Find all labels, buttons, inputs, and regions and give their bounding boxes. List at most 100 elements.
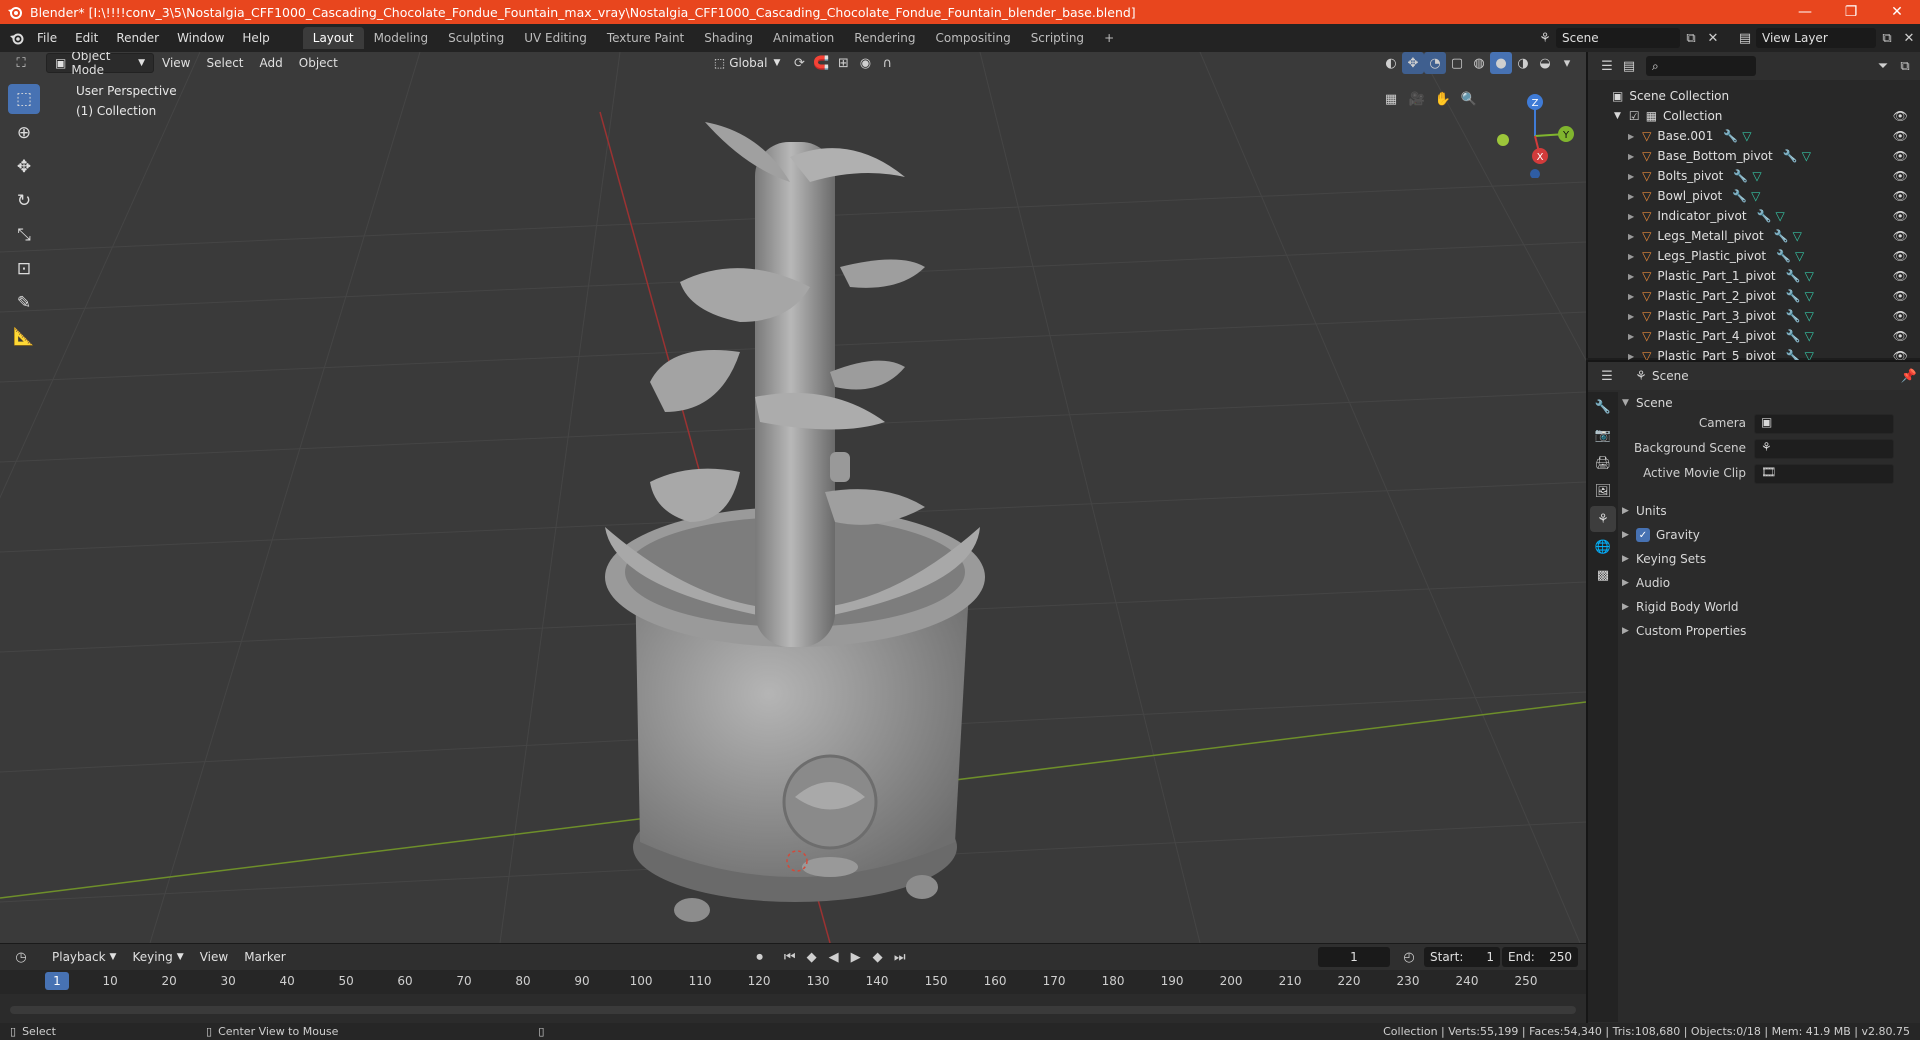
editor-type-icon[interactable]: ⛶ bbox=[10, 52, 32, 74]
timeline-scrollbar[interactable] bbox=[10, 1006, 1576, 1014]
properties-editor-type-icon[interactable]: ☰ bbox=[1596, 365, 1618, 387]
eye-icon[interactable]: 👁 bbox=[1893, 249, 1908, 263]
viewport-menu-object[interactable]: Object bbox=[291, 53, 346, 73]
scene-field[interactable]: Scene bbox=[1556, 28, 1680, 48]
rigid-body-world-panel[interactable]: ▶ Rigid Body World bbox=[1622, 596, 1914, 618]
delete-scene-icon[interactable]: ✕ bbox=[1702, 27, 1724, 49]
shading-options-icon[interactable]: ▾ bbox=[1556, 52, 1578, 74]
timeline-menu-keying[interactable]: Keying ▼ bbox=[124, 947, 191, 967]
jump-start-icon[interactable]: ⏮ bbox=[779, 946, 801, 968]
pan-view-icon[interactable]: ✋ bbox=[1432, 88, 1454, 110]
outliner-item[interactable]: ▶ ▽ Plastic_Part_1_pivot 🔧 ▽ 👁 bbox=[1588, 266, 1920, 286]
menu-render[interactable]: Render bbox=[107, 27, 168, 49]
outliner-editor-type-icon[interactable]: ☰ bbox=[1596, 55, 1618, 77]
menu-file[interactable]: File bbox=[28, 27, 66, 49]
close-button[interactable]: ✕ bbox=[1874, 0, 1920, 24]
eye-icon[interactable]: 👁 bbox=[1893, 309, 1908, 323]
gizmo-toggle-icon[interactable]: ✥ bbox=[1402, 52, 1424, 74]
navigation-gizmo[interactable]: Z Y X bbox=[1488, 88, 1578, 178]
expand-arrow-icon[interactable]: ▶ bbox=[1628, 312, 1634, 321]
3d-viewport[interactable]: ⛶ ▣ Object Mode ▼ View Select Add Object… bbox=[0, 52, 1586, 943]
blender-menu-icon[interactable] bbox=[6, 27, 28, 49]
mode-dropdown[interactable]: ▣ Object Mode ▼ bbox=[46, 52, 154, 77]
outliner-item[interactable]: ▶ ▽ Legs_Plastic_pivot 🔧 ▽ 👁 bbox=[1588, 246, 1920, 266]
maximize-button[interactable]: ❐ bbox=[1828, 0, 1874, 24]
delete-view-layer-icon[interactable]: ✕ bbox=[1898, 27, 1920, 49]
outliner-item[interactable]: ▶ ▽ Plastic_Part_3_pivot 🔧 ▽ 👁 bbox=[1588, 306, 1920, 326]
pivot-point-icon[interactable]: ⟳ bbox=[788, 52, 810, 74]
current-frame-field[interactable]: 1 bbox=[1318, 947, 1390, 967]
end-frame-field[interactable]: End: 250 bbox=[1502, 947, 1578, 967]
world-tab-icon[interactable]: 🌐 bbox=[1590, 534, 1616, 560]
play-reverse-icon[interactable]: ◀ bbox=[823, 946, 845, 968]
eye-icon[interactable]: 👁 bbox=[1893, 209, 1908, 223]
scene-tab-icon[interactable]: ⚘ bbox=[1590, 506, 1616, 532]
menu-help[interactable]: Help bbox=[233, 27, 278, 49]
expand-arrow-icon[interactable]: ▶ bbox=[1628, 272, 1634, 281]
eye-icon[interactable]: 👁 bbox=[1893, 329, 1908, 343]
cursor-tool-icon[interactable]: ⊕ bbox=[8, 118, 40, 148]
visibility-icon[interactable]: ◐ bbox=[1380, 52, 1402, 74]
tab-modeling[interactable]: Modeling bbox=[364, 27, 439, 49]
collapse-arrow-icon[interactable]: ▼ bbox=[1614, 111, 1621, 121]
transform-orientation-dropdown[interactable]: ⬚ Global ▼ bbox=[706, 53, 789, 73]
proportional-edit-icon[interactable]: ◉ bbox=[854, 52, 876, 74]
menu-edit[interactable]: Edit bbox=[66, 27, 107, 49]
outliner-item[interactable]: ▶ ▽ Base_Bottom_pivot 🔧 ▽ 👁 bbox=[1588, 146, 1920, 166]
camera-view-icon[interactable]: 🎥 bbox=[1406, 88, 1428, 110]
filter-icon[interactable]: ⏷ bbox=[1872, 55, 1894, 77]
tab-scripting[interactable]: Scripting bbox=[1021, 27, 1094, 49]
grid-view-icon[interactable]: ▦ bbox=[1380, 88, 1402, 110]
outliner-item[interactable]: ▶ ▽ Legs_Metall_pivot 🔧 ▽ 👁 bbox=[1588, 226, 1920, 246]
scale-tool-icon[interactable]: ⤡ bbox=[8, 220, 40, 250]
audio-panel[interactable]: ▶ Audio bbox=[1622, 572, 1914, 594]
annotate-tool-icon[interactable]: ✎ bbox=[8, 288, 40, 318]
add-workspace-button[interactable]: + bbox=[1094, 27, 1124, 49]
gravity-checkbox[interactable]: ✓ bbox=[1636, 528, 1650, 542]
eye-icon[interactable]: 👁 bbox=[1893, 109, 1908, 123]
expand-arrow-icon[interactable]: ▶ bbox=[1628, 252, 1634, 261]
zoom-view-icon[interactable]: 🔍 bbox=[1458, 88, 1480, 110]
tab-compositing[interactable]: Compositing bbox=[925, 27, 1020, 49]
timeline-editor-type-icon[interactable]: ◷ bbox=[10, 946, 32, 968]
select-box-tool-icon[interactable]: ⬚ bbox=[8, 84, 40, 114]
timeline-menu-playback[interactable]: Playback ▼ bbox=[44, 947, 124, 967]
view-layer-field[interactable]: View Layer bbox=[1756, 28, 1876, 48]
outliner-item[interactable]: ▶ ▽ Indicator_pivot 🔧 ▽ 👁 bbox=[1588, 206, 1920, 226]
expand-arrow-icon[interactable]: ▶ bbox=[1628, 132, 1634, 141]
frame-ruler[interactable]: 1 10 20 30 40 50 60 70 80 90 100 110 120 130 140 150 160… bbox=[0, 970, 1586, 994]
tab-uv-editing[interactable]: UV Editing bbox=[514, 27, 597, 49]
xray-icon[interactable]: ▢ bbox=[1446, 52, 1468, 74]
units-panel[interactable]: ▶ Units bbox=[1622, 500, 1914, 522]
transform-tool-icon[interactable]: ⊡ bbox=[8, 254, 40, 284]
eye-icon[interactable]: 👁 bbox=[1893, 169, 1908, 183]
new-collection-icon[interactable]: ⧉ bbox=[1894, 55, 1916, 77]
render-tab-icon[interactable]: 📷 bbox=[1590, 422, 1616, 448]
gravity-panel[interactable]: ▶ ✓ Gravity bbox=[1622, 524, 1914, 546]
custom-properties-panel[interactable]: ▶ Custom Properties bbox=[1622, 620, 1914, 642]
start-frame-field[interactable]: Start: 1 bbox=[1424, 947, 1500, 967]
snap-target-icon[interactable]: ⊞ bbox=[832, 52, 854, 74]
measure-tool-icon[interactable]: 📐 bbox=[8, 322, 40, 352]
outliner-item[interactable]: ▶ ▽ Plastic_Part_4_pivot 🔧 ▽ 👁 bbox=[1588, 326, 1920, 346]
timeline-menu-view[interactable]: View bbox=[192, 947, 236, 967]
pin-icon[interactable]: 📌 bbox=[1898, 365, 1920, 387]
outliner-item[interactable]: ▶ ▽ Bowl_pivot 🔧 ▽ 👁 bbox=[1588, 186, 1920, 206]
eye-icon[interactable]: 👁 bbox=[1893, 129, 1908, 143]
checkbox-icon[interactable]: ☑ bbox=[1629, 109, 1640, 123]
record-icon[interactable]: ⏺ bbox=[749, 946, 771, 968]
texture-tab-icon[interactable]: ▩ bbox=[1590, 562, 1616, 588]
eye-icon[interactable]: 👁 bbox=[1893, 149, 1908, 163]
scene-panel-header[interactable]: ▼ Scene bbox=[1622, 392, 1914, 414]
tab-texture-paint[interactable]: Texture Paint bbox=[597, 27, 694, 49]
eye-icon[interactable]: 👁 bbox=[1893, 269, 1908, 283]
next-keyframe-icon[interactable]: ◆ bbox=[867, 946, 889, 968]
snap-icon[interactable]: 🧲 bbox=[810, 52, 832, 74]
eye-icon[interactable]: 👁 bbox=[1893, 189, 1908, 203]
background-scene-field[interactable]: ⚘ bbox=[1754, 439, 1894, 459]
move-tool-icon[interactable]: ✥ bbox=[8, 152, 40, 182]
eye-icon[interactable]: 👁 bbox=[1893, 229, 1908, 243]
output-tab-icon[interactable]: 🖨 bbox=[1590, 450, 1616, 476]
eye-icon[interactable]: 👁 bbox=[1893, 289, 1908, 303]
material-shading-icon[interactable]: ◑ bbox=[1512, 52, 1534, 74]
